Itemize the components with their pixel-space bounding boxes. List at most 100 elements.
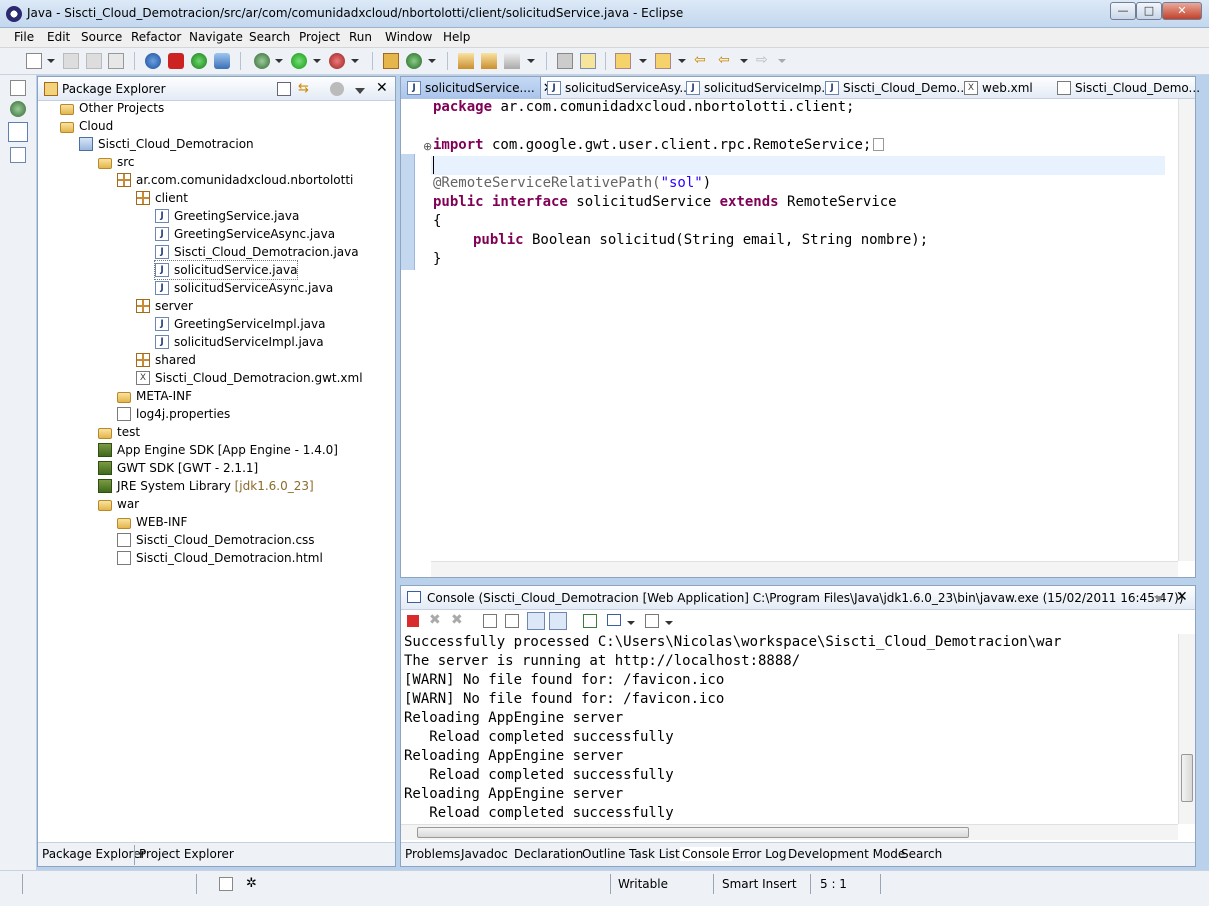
tab-task-list[interactable]: Task List — [629, 847, 680, 861]
tab-console[interactable]: Console — [680, 847, 732, 861]
save-icon[interactable] — [63, 53, 79, 69]
tree-item[interactable]: JsolicitudServiceAsync.java — [155, 279, 333, 297]
tree-item[interactable]: server — [136, 297, 193, 315]
tree-item[interactable]: ar.com.comunidadxcloud.nbortolotti — [117, 171, 353, 189]
view-menu-icon[interactable] — [355, 88, 365, 94]
display-console-dropdown-icon[interactable] — [627, 621, 635, 625]
collapse-all-icon[interactable] — [277, 82, 291, 96]
display-selected-console-icon[interactable] — [607, 614, 621, 626]
forward-dropdown-icon[interactable] — [778, 59, 786, 63]
menu-source[interactable]: Source — [81, 30, 122, 44]
previous-annotation-icon[interactable] — [655, 53, 671, 69]
tree-item[interactable]: J Siscti_Cloud_Demotracion.java — [155, 243, 359, 261]
tab-siscti-cloud-demo[interactable]: J Siscti_Cloud_Demo... — [825, 77, 968, 99]
app-engine-icon[interactable] — [191, 53, 207, 69]
new-dropdown-icon[interactable] — [47, 59, 55, 63]
tab-development-mode[interactable]: Development Mode — [788, 847, 905, 861]
console-horizontal-scrollbar[interactable] — [401, 824, 1178, 840]
open-type-icon[interactable] — [458, 53, 474, 69]
open-resource-icon[interactable] — [481, 53, 497, 69]
new-icon[interactable] — [26, 53, 42, 69]
menu-run[interactable]: Run — [349, 30, 372, 44]
tree-item[interactable]: war — [98, 495, 139, 513]
minimize-button[interactable]: — — [1110, 2, 1136, 20]
tree-item[interactable]: JRE System Library [jdk1.6.0_23] — [98, 477, 314, 495]
debug-bug-icon[interactable]: ✲ — [246, 876, 257, 891]
tab-solicitud-service-impl[interactable]: JsolicitudServiceImp... — [686, 77, 833, 99]
tree-item[interactable]: shared — [136, 351, 196, 369]
save-all-icon[interactable] — [86, 53, 102, 69]
new-class-icon[interactable] — [406, 53, 422, 69]
tab-siscti-cloud-demo-2[interactable]: Siscti_Cloud_Demo... — [1057, 77, 1200, 99]
external-tools-dropdown-icon[interactable] — [351, 59, 359, 63]
tab-solicitud-service[interactable]: JsolicitudService....✕ — [401, 77, 554, 99]
tree-item[interactable]: X Siscti_Cloud_Demotracion.gwt.xml — [136, 369, 363, 387]
tree-item[interactable]: JsolicitudServiceImpl.java — [155, 333, 324, 351]
tree-item[interactable]: WEB-INF — [117, 513, 187, 531]
run-dropdown-icon[interactable] — [313, 59, 321, 63]
tree-item[interactable]: Siscti_Cloud_Demotracion — [79, 135, 254, 153]
tree-item[interactable]: test — [98, 423, 140, 441]
tab-javadoc[interactable]: Javadoc — [461, 847, 508, 861]
menu-file[interactable]: File — [14, 30, 34, 44]
close-button[interactable]: ✕ — [1162, 2, 1202, 20]
menu-navigate[interactable]: Navigate — [189, 30, 243, 44]
close-view-icon[interactable]: ✕ — [376, 80, 388, 96]
close-view-icon[interactable]: ✕ — [1176, 589, 1188, 605]
clear-console-icon[interactable] — [483, 614, 497, 628]
tree-item[interactable]: src — [98, 153, 135, 171]
search-dropdown-icon[interactable] — [527, 59, 535, 63]
tab-problems[interactable]: Problems — [405, 847, 460, 861]
tree-item[interactable]: META-INF — [117, 387, 192, 405]
fast-view-icon[interactable] — [219, 877, 233, 891]
open-console-dropdown-icon[interactable] — [665, 621, 673, 625]
menu-refactor[interactable]: Refactor — [131, 30, 181, 44]
new-class-dropdown-icon[interactable] — [428, 59, 436, 63]
view-menu-icon[interactable] — [1154, 596, 1164, 602]
debug-icon[interactable] — [254, 53, 270, 69]
new-package-icon[interactable] — [383, 53, 399, 69]
menu-help[interactable]: Help — [443, 30, 470, 44]
menu-edit[interactable]: Edit — [47, 30, 70, 44]
open-perspective-icon[interactable] — [10, 80, 26, 96]
print-icon[interactable] — [108, 53, 124, 69]
tab-error-log[interactable]: Error Log — [732, 847, 787, 861]
gwt-deploy-icon[interactable] — [168, 53, 184, 69]
forward-icon[interactable]: ⇨ — [756, 53, 772, 69]
link-with-editor-icon[interactable]: ⇆ — [298, 82, 312, 96]
menu-window[interactable]: Window — [385, 30, 432, 44]
tab-solicitud-service-async[interactable]: JsolicitudServiceAsy... — [547, 77, 691, 99]
scroll-lock-icon[interactable] — [505, 614, 519, 628]
tab-project-explorer[interactable]: Project Explorer — [139, 847, 234, 861]
tree-item[interactable]: J GreetingServiceImpl.java — [155, 315, 325, 333]
editor-vertical-scrollbar[interactable] — [1178, 99, 1195, 561]
back-icon[interactable]: ⇦ — [718, 53, 734, 69]
editor-horizontal-scrollbar[interactable] — [431, 561, 1178, 577]
previous-annotation-dropdown-icon[interactable] — [678, 59, 686, 63]
last-edit-icon[interactable]: ⇦ — [694, 53, 710, 69]
maximize-button[interactable]: □ — [1136, 2, 1162, 20]
terminate-icon[interactable] — [407, 615, 419, 627]
tab-package-explorer[interactable]: Package Explorer — [42, 847, 146, 861]
gwt-designer-icon[interactable] — [214, 53, 230, 69]
show-on-stdout-icon[interactable] — [527, 612, 545, 630]
search-icon[interactable] — [504, 53, 520, 69]
console-scroll-thumb[interactable] — [1181, 754, 1193, 802]
back-dropdown-icon[interactable] — [740, 59, 748, 63]
tree-item[interactable]: Cloud — [60, 117, 113, 135]
tab-web-xml[interactable]: Xweb.xml — [964, 77, 1033, 99]
external-tools-icon[interactable] — [329, 53, 345, 69]
next-annotation-icon[interactable] — [615, 53, 631, 69]
console-output[interactable]: Successfully processed C:\Users\Nicolas\… — [401, 634, 1178, 824]
fold-expand-icon[interactable]: ⊕ — [423, 140, 432, 153]
toggle-mark-occurrences-icon[interactable] — [557, 53, 573, 69]
menu-project[interactable]: Project — [299, 30, 340, 44]
tab-declaration[interactable]: Declaration — [514, 847, 583, 861]
tab-outline[interactable]: Outline — [582, 847, 625, 861]
open-console-icon[interactable] — [645, 614, 659, 628]
debug-dropdown-icon[interactable] — [275, 59, 283, 63]
tree-item[interactable]: GWT SDK [GWT - 2.1.1] — [98, 459, 258, 477]
focus-icon[interactable] — [330, 82, 344, 96]
tree-item[interactable]: Siscti_Cloud_Demotracion.html — [117, 549, 323, 567]
tree-item[interactable]: log4j.properties — [117, 405, 230, 423]
